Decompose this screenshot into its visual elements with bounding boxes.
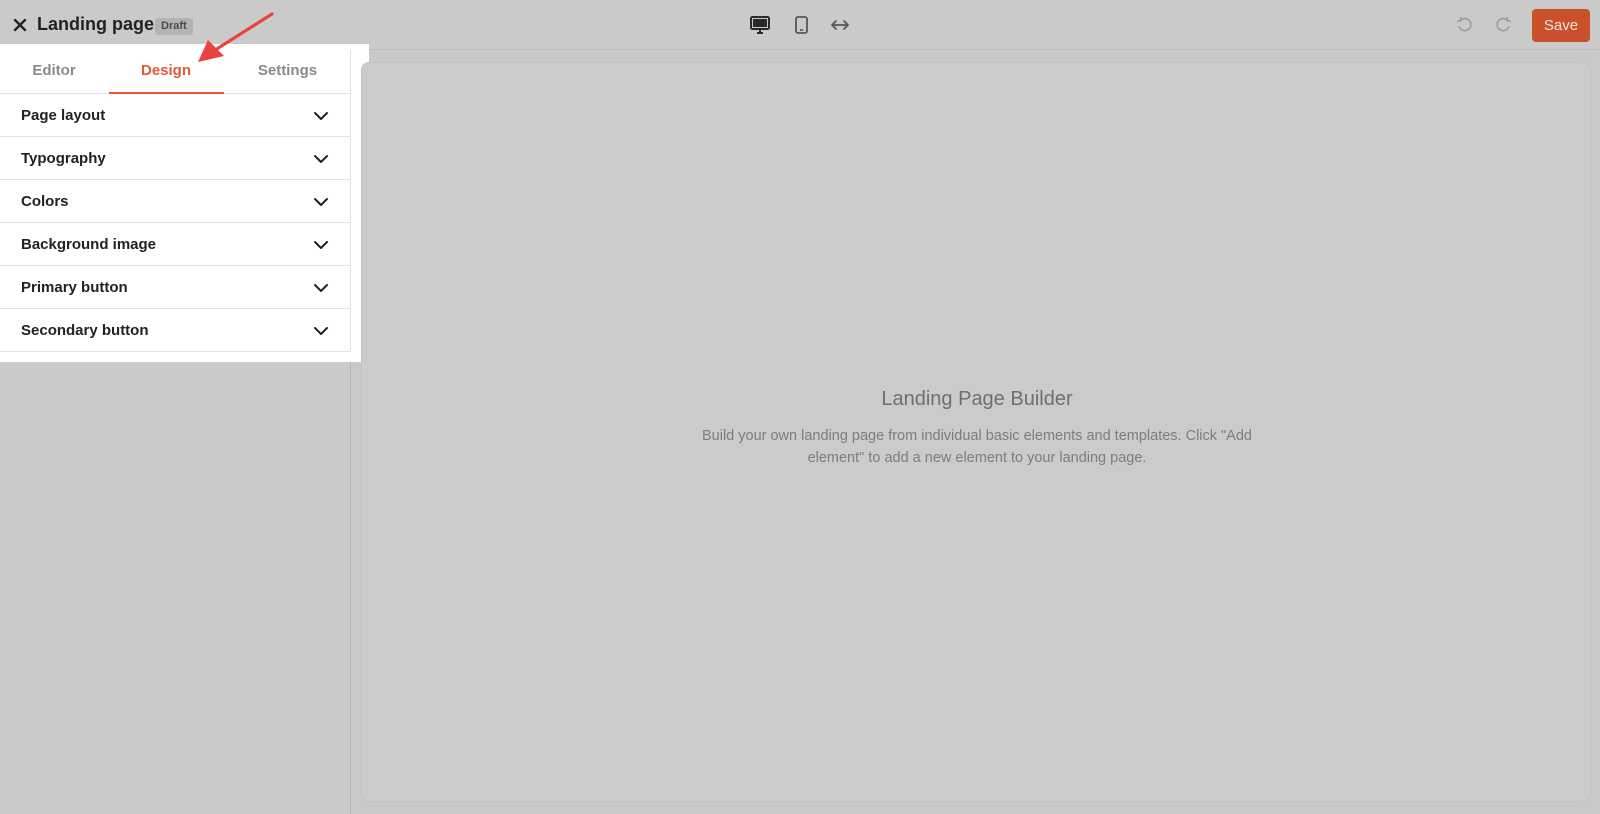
section-label: Primary button (21, 279, 128, 296)
arrows-horizontal-icon (831, 20, 849, 30)
section-colors[interactable]: Colors (0, 180, 350, 223)
chevron-down-icon (314, 327, 328, 335)
tab-editor[interactable]: Editor (14, 50, 94, 94)
tab-bar: Editor Design Settings (0, 50, 351, 94)
section-background-image[interactable]: Background image (0, 223, 350, 266)
desktop-icon (750, 16, 770, 34)
undo-icon (1457, 17, 1472, 32)
chevron-down-icon (314, 155, 328, 163)
section-secondary-button[interactable]: Secondary button (0, 309, 350, 352)
undo-button[interactable] (1452, 12, 1478, 38)
mobile-view-button[interactable] (788, 12, 814, 38)
mobile-icon (794, 16, 808, 34)
section-primary-button[interactable]: Primary button (0, 266, 350, 309)
canvas-description: Build your own landing page from individ… (701, 428, 1252, 466)
section-page-layout[interactable]: Page layout (0, 94, 350, 137)
chevron-down-icon (314, 112, 328, 120)
page-canvas[interactable]: Landing Page Builder Build your own land… (361, 62, 1591, 802)
design-panel: Editor Design Settings Page layout Typog… (0, 44, 369, 362)
section-label: Colors (21, 193, 69, 210)
close-icon (13, 18, 27, 32)
canvas-title: Landing Page Builder (881, 388, 1073, 410)
section-label: Page layout (21, 107, 106, 124)
section-typography[interactable]: Typography (0, 137, 350, 180)
close-button[interactable] (8, 13, 32, 37)
full-width-view-button[interactable] (827, 12, 853, 38)
desktop-view-button[interactable] (747, 12, 773, 38)
save-button[interactable]: Save (1532, 9, 1590, 42)
redo-icon (1496, 17, 1511, 32)
chevron-down-icon (314, 198, 328, 206)
section-label: Background image (21, 236, 157, 253)
section-label: Secondary button (21, 322, 149, 339)
annotation-arrow-icon (198, 12, 274, 62)
design-sections: Page layout Typography Colors Background… (0, 94, 351, 352)
chevron-down-icon (314, 241, 328, 249)
status-badge: Draft (155, 18, 193, 35)
chevron-down-icon (314, 284, 328, 292)
section-label: Typography (21, 150, 106, 167)
page-title: Landing page (37, 14, 154, 34)
redo-button[interactable] (1490, 12, 1516, 38)
